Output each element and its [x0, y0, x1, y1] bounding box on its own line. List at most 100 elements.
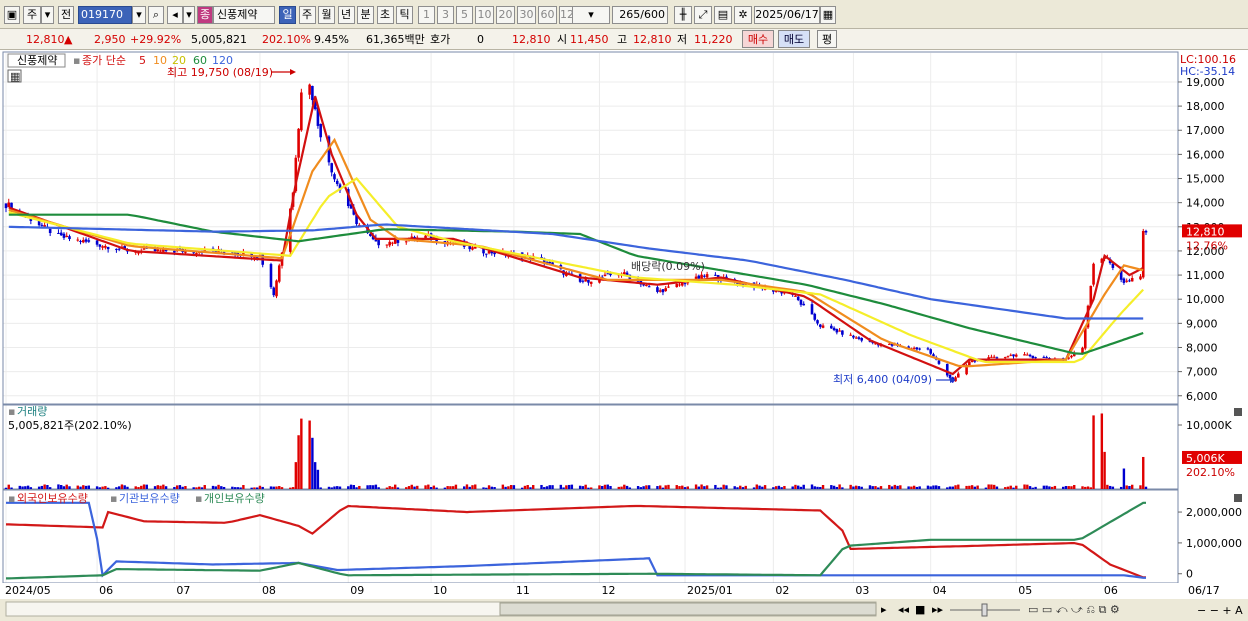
volume-bar: [101, 486, 104, 489]
interval-dropdown-icon[interactable]: ▾: [572, 6, 610, 24]
volume-bar: [468, 486, 471, 489]
candle-body: [703, 275, 706, 277]
volume-bar: [482, 487, 485, 489]
volume-bar: [559, 484, 563, 489]
search-icon[interactable]: ⌕: [148, 6, 164, 24]
code-input[interactable]: 019170: [78, 6, 132, 24]
volume-bar: [581, 486, 585, 489]
volume-bar: [377, 487, 380, 489]
candle-body: [269, 264, 273, 288]
period-button-0[interactable]: 일: [279, 6, 296, 24]
volume-bar: [523, 485, 527, 489]
eval-button[interactable]: 평: [817, 30, 837, 48]
interval-button-2[interactable]: 5: [456, 6, 473, 24]
x-tick-label-10: 03: [855, 584, 869, 597]
candle-body: [603, 274, 607, 277]
volume-legend-marker: ▪: [8, 405, 15, 418]
volume-bar: [1086, 486, 1090, 489]
candle-body: [584, 279, 587, 282]
period-button-6[interactable]: 틱: [396, 6, 413, 24]
candle-body: [101, 246, 104, 248]
market-type-button[interactable]: 전: [58, 6, 74, 24]
volume-bar: [231, 486, 234, 489]
x-tick-label-1: 06: [99, 584, 113, 597]
volume-bar: [1092, 415, 1095, 489]
volume-bar: [1042, 485, 1046, 489]
interval-button-1[interactable]: 3: [437, 6, 454, 24]
period-button-4[interactable]: 분: [357, 6, 374, 24]
volume-bar: [879, 486, 883, 489]
speaker-dropdown-icon[interactable]: ▾: [183, 6, 195, 24]
volume-bar: [623, 484, 626, 489]
candle-body: [1045, 357, 1048, 359]
period-button-3[interactable]: 년: [337, 6, 355, 24]
volume-bar: [589, 487, 593, 489]
volume-title: 거래량: [17, 405, 47, 418]
calendar-icon[interactable]: ▦: [820, 6, 836, 24]
candle-body: [272, 287, 276, 296]
period-button-2[interactable]: 월: [318, 6, 335, 24]
volume-bar: [774, 486, 778, 489]
interval-button-5[interactable]: 30: [517, 6, 536, 24]
speaker-icon[interactable]: ◂: [167, 6, 183, 24]
volume-bar: [509, 485, 513, 489]
volume-bar: [694, 484, 698, 489]
candle-body: [319, 123, 322, 138]
volume-bar: [1031, 487, 1035, 489]
candle-type-icon[interactable]: ╫: [674, 6, 692, 24]
volume-bar: [852, 486, 855, 489]
volume-bar: [562, 487, 565, 489]
market-select[interactable]: 주: [23, 6, 41, 24]
candle-body: [333, 174, 336, 180]
volume-bar: [106, 487, 110, 489]
candle-body: [68, 236, 71, 240]
buy-button[interactable]: 매수: [742, 30, 774, 48]
volume-bar: [1130, 484, 1134, 489]
period-button-5[interactable]: 초: [376, 6, 394, 24]
volume-bar: [391, 486, 394, 489]
candle-body: [65, 235, 69, 238]
volume-bar: [374, 484, 378, 489]
draw-tool-icon[interactable]: ⤢: [694, 6, 712, 24]
volume-bar: [697, 486, 701, 489]
candle-body: [311, 85, 314, 101]
interval-button-3[interactable]: 10: [475, 6, 494, 24]
volume-bar: [543, 487, 546, 489]
candle-body: [377, 240, 380, 246]
volume-bar: [578, 485, 582, 489]
sell-button[interactable]: 매도: [778, 30, 810, 48]
save-icon[interactable]: ▤: [714, 6, 732, 24]
volume-bar: [162, 484, 165, 489]
volume-bar: [211, 485, 215, 489]
interval-button-0[interactable]: 1: [418, 6, 435, 24]
price-tick-label-11: 8,000: [1186, 341, 1218, 354]
period-button-1[interactable]: 주: [298, 6, 316, 24]
x-tick-label-11: 04: [933, 584, 947, 597]
stock-chart[interactable]: 19,00018,00017,00016,00015,00014,00013,0…: [0, 50, 1248, 621]
price-tick-label-2: 17,000: [1186, 124, 1225, 137]
candle-body: [990, 356, 993, 358]
window-icon[interactable]: ▣: [4, 6, 20, 24]
volume-bar: [308, 420, 311, 489]
gear-icon[interactable]: ✲: [734, 6, 752, 24]
interval-button-6[interactable]: 60: [538, 6, 557, 24]
volume-bar: [388, 486, 391, 489]
candle-body: [821, 325, 825, 328]
candle-body: [589, 281, 593, 284]
volume-bar: [772, 487, 775, 489]
candle-body: [473, 246, 477, 249]
volume-bar: [609, 485, 612, 489]
code-dropdown-icon[interactable]: ▾: [132, 6, 146, 24]
volume-bar: [1023, 484, 1026, 489]
volume-bar: [683, 487, 687, 489]
date-field[interactable]: 2025/06/17: [754, 6, 820, 24]
holding-legend-2: 개인보유수량: [204, 492, 265, 505]
candle-body: [484, 253, 488, 255]
volume-bar: [294, 462, 298, 489]
interval-button-4[interactable]: 20: [496, 6, 515, 24]
chevron-down-icon[interactable]: ▾: [41, 6, 54, 24]
volume-bar: [526, 485, 529, 489]
volume-bar: [816, 486, 819, 489]
volume-bar: [838, 484, 841, 489]
count-field[interactable]: 265/600: [612, 6, 668, 24]
